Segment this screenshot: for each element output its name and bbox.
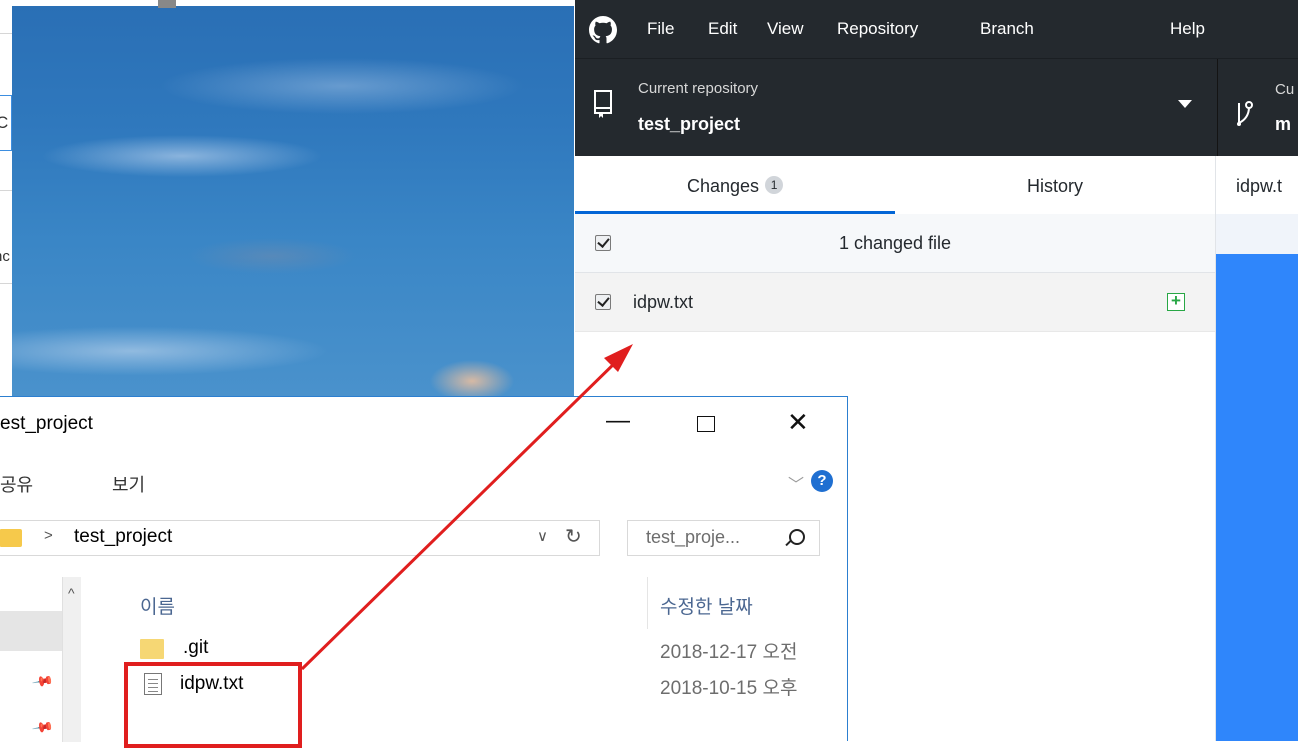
changed-file-name: idpw.txt (633, 292, 694, 312)
address-bar[interactable]: > test_project ∨ ↻ (0, 520, 600, 556)
toolbar: Current repository test_project Cu m (575, 59, 1298, 156)
search-placeholder: test_proje... (646, 527, 741, 547)
current-repository-button[interactable]: Current repository test_project (575, 59, 1218, 156)
column-divider[interactable] (647, 577, 648, 629)
file-date: 2018-10-15 오후 (660, 678, 798, 699)
diff-file-name: idpw.t (1236, 176, 1283, 196)
search-box[interactable]: test_proje... (627, 520, 820, 556)
branch-caption: Cu (1275, 81, 1295, 98)
diff-toolbar (1216, 214, 1298, 254)
file-date: 2018-12-17 오전 (660, 642, 798, 663)
tab-changes[interactable]: Changes 1 (575, 156, 895, 214)
diff-view (1216, 254, 1298, 741)
wallpaper-marker (158, 0, 176, 8)
help-icon[interactable]: ? (811, 470, 833, 492)
maximize-button[interactable] (697, 416, 715, 432)
menu-edit[interactable]: Edit (708, 19, 737, 39)
file-added-icon: + (1167, 292, 1185, 311)
repository-name: test_project (638, 114, 741, 134)
menu-branch[interactable]: Branch (980, 19, 1034, 39)
branch-icon[interactable] (1235, 99, 1253, 127)
folder-icon (0, 529, 22, 547)
menu-help[interactable]: Help (1170, 19, 1205, 39)
address-dropdown-icon[interactable]: ∨ (537, 527, 548, 545)
menu-bar: File Edit View Repository Branch Help (575, 0, 1298, 59)
search-icon[interactable] (789, 529, 805, 545)
navigation-pane (0, 577, 62, 742)
divider (0, 190, 12, 191)
menu-view[interactable]: View (767, 19, 804, 39)
chevron-right-icon[interactable]: > (44, 527, 53, 544)
select-all-checkbox[interactable] (595, 235, 611, 251)
changed-files-count: 1 changed file (838, 233, 952, 253)
folder-icon (140, 639, 164, 659)
refresh-icon[interactable]: ↻ (565, 524, 582, 549)
caret-down-icon (1178, 100, 1192, 108)
close-button[interactable]: ✕ (787, 407, 809, 438)
minimize-button[interactable]: — (606, 407, 630, 435)
tab-changes-label: Changes (686, 176, 760, 196)
nav-scrollbar[interactable] (62, 577, 81, 742)
scroll-up-icon[interactable]: ^ (68, 585, 75, 601)
highlight-box (124, 662, 302, 748)
diff-header: idpw.t (1216, 156, 1298, 215)
file-checkbox[interactable] (595, 294, 611, 310)
column-header-name[interactable]: 이름 (140, 592, 175, 619)
changed-file-row[interactable]: idpw.txt + (575, 273, 1215, 332)
divider (0, 283, 12, 284)
desktop-wallpaper (12, 6, 574, 398)
file-name: .git (183, 637, 209, 658)
address-path[interactable]: test_project (74, 526, 172, 548)
ribbon-tab-view[interactable]: 보기 (112, 471, 145, 497)
background-window: C nc (0, 0, 12, 400)
branch-name: m (1275, 114, 1292, 134)
menu-repository[interactable]: Repository (837, 19, 918, 39)
repository-caption: Current repository (638, 80, 759, 97)
tab-history[interactable]: History (895, 156, 1215, 214)
github-logo-icon (589, 16, 617, 44)
repository-icon (594, 90, 612, 118)
nav-selected-item[interactable] (0, 611, 62, 651)
partial-text: nc (0, 248, 10, 265)
partial-text: C (0, 113, 9, 132)
window-title: est_project (0, 413, 93, 434)
divider (0, 33, 12, 34)
menu-file[interactable]: File (647, 19, 674, 39)
column-header-date[interactable]: 수정한 날짜 (660, 592, 753, 619)
chevron-down-icon[interactable]: ﹀ (788, 471, 804, 495)
changes-count-badge: 1 (765, 176, 784, 195)
ribbon-tab-share[interactable]: 공유 (0, 471, 33, 497)
tab-bar: Changes 1 History (575, 156, 1215, 215)
changed-files-header: 1 changed file (575, 214, 1215, 273)
